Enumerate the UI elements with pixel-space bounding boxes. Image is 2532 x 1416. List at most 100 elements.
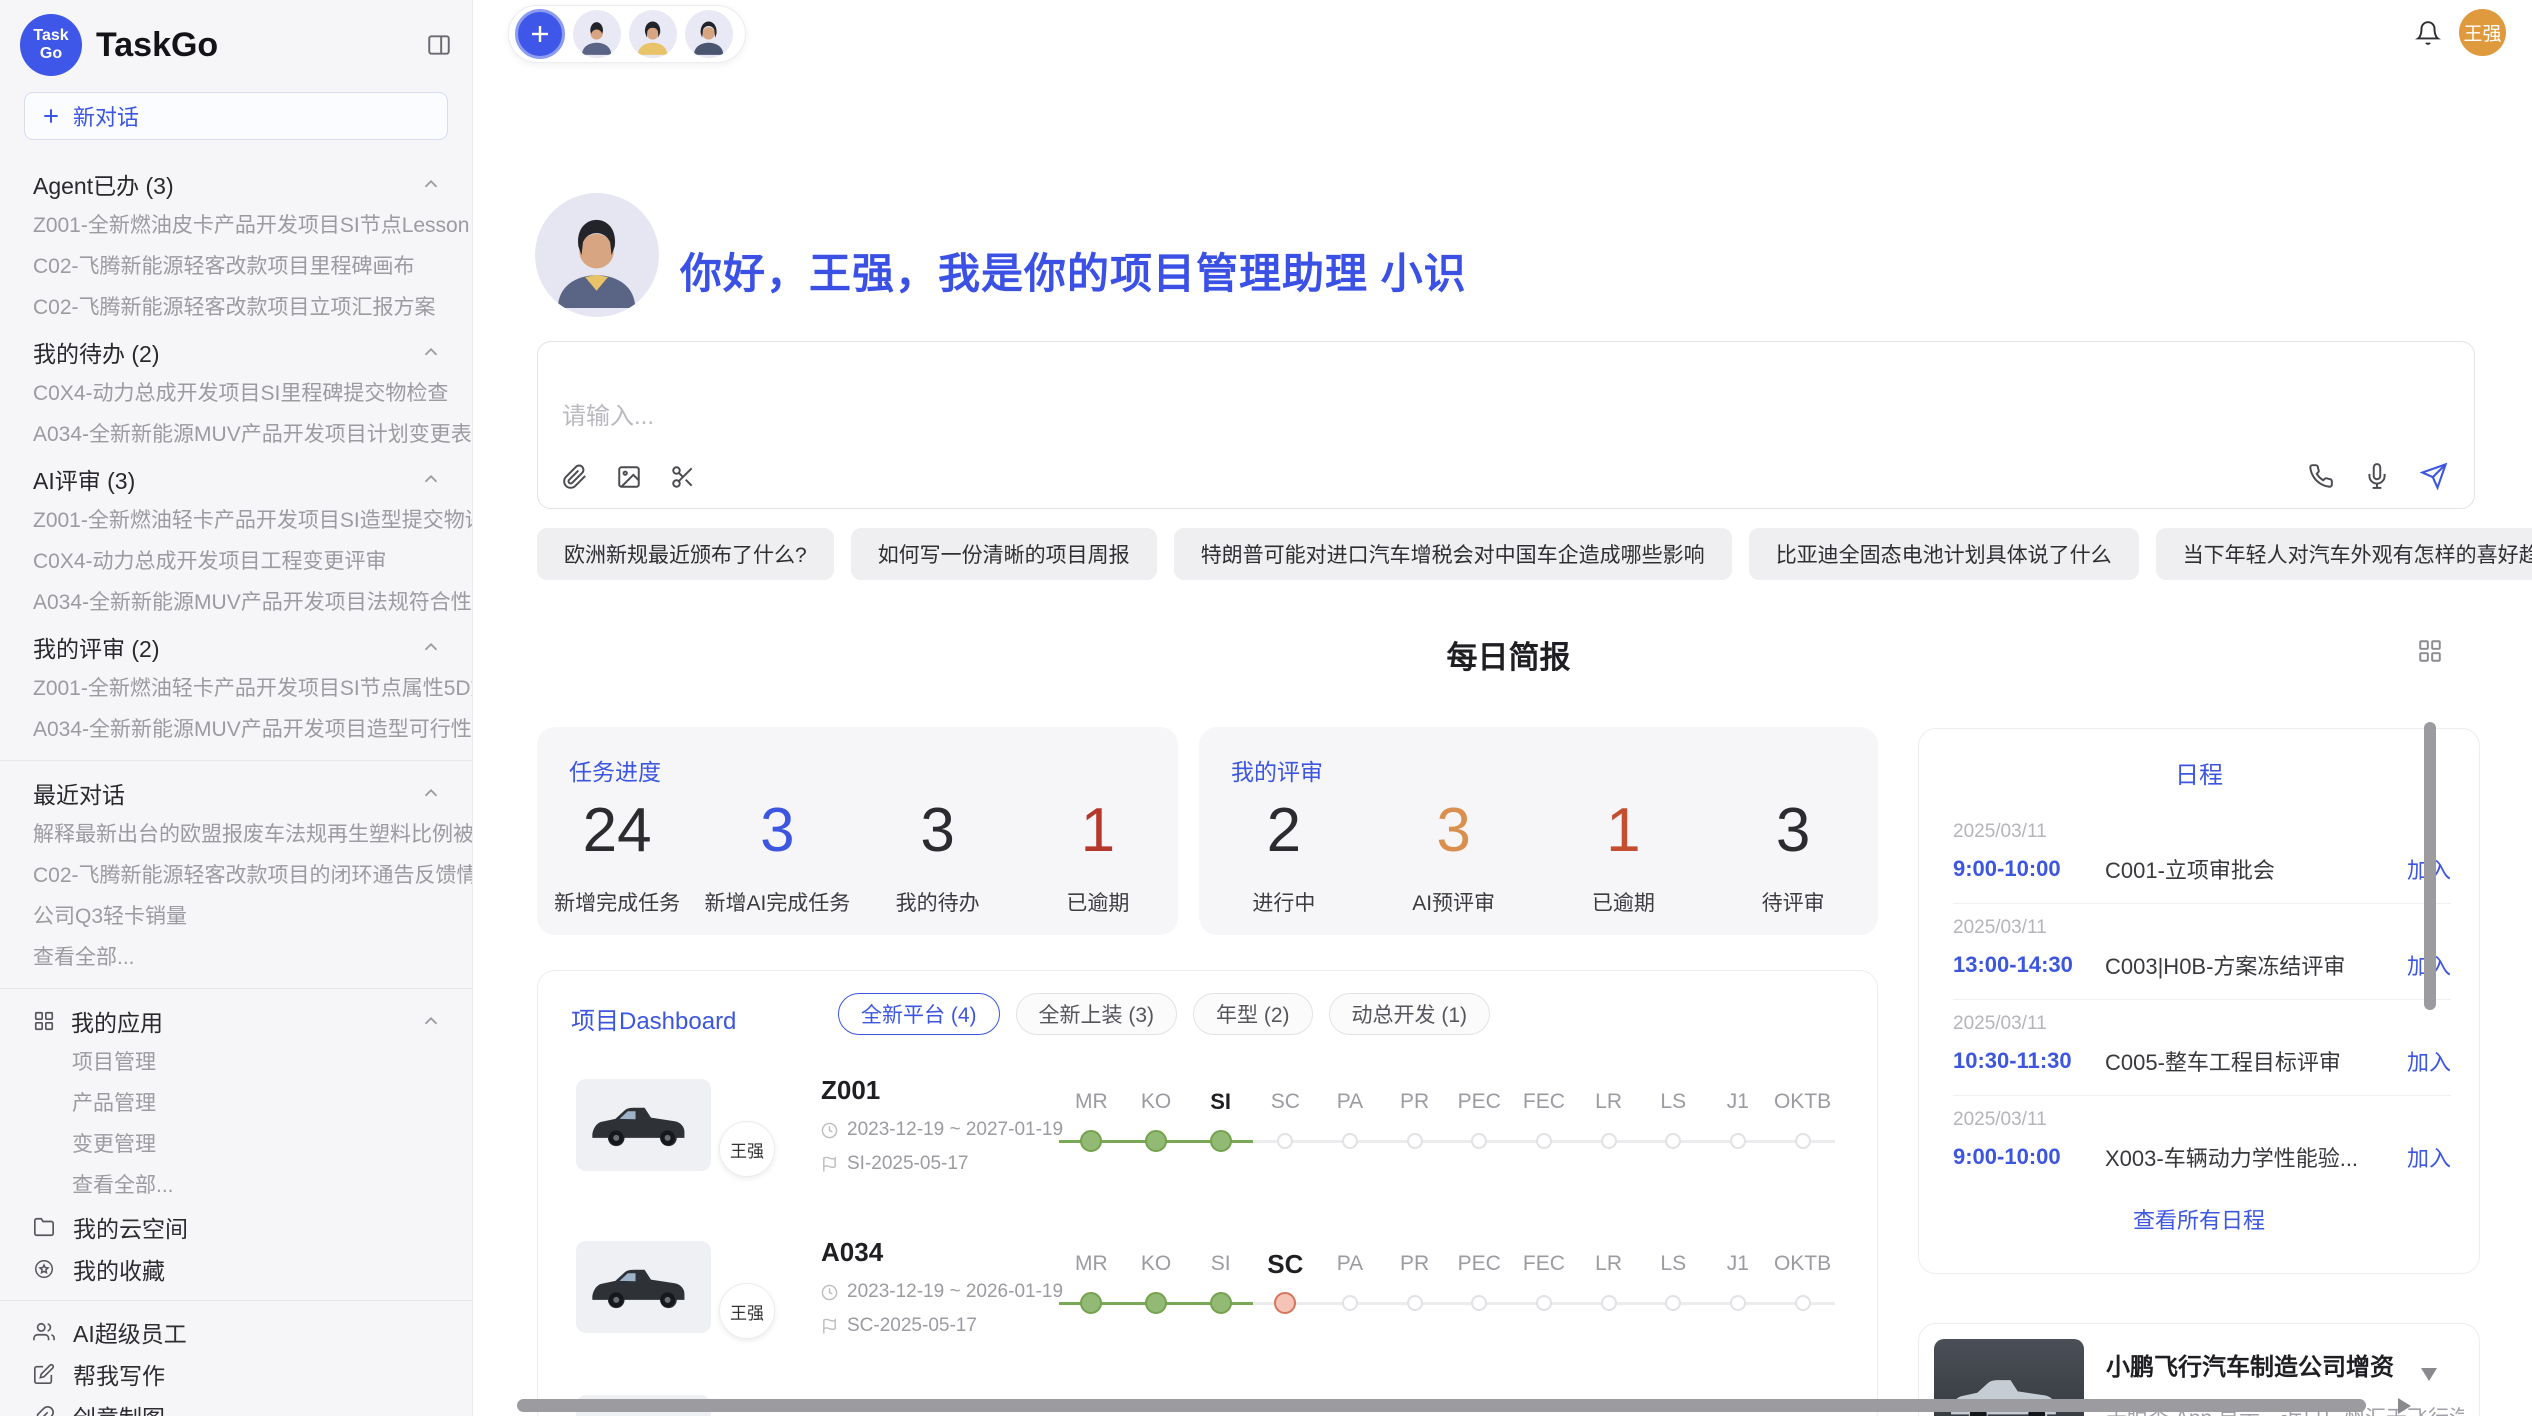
sidebar-item-cloud-space[interactable]: 我的云空间 <box>0 1206 472 1248</box>
conversation-item[interactable]: 解释最新出台的欧盟报废车法规再生塑料比例被调至15%... <box>0 814 472 855</box>
view-all-apps-link[interactable]: 查看全部... <box>0 1165 472 1206</box>
milestone-label: SC <box>1253 1087 1318 1117</box>
section-header-ai-review[interactable]: AI评审 (3) <box>0 457 472 500</box>
milestone-label: PR <box>1382 1249 1447 1279</box>
join-link[interactable]: 加入 <box>2407 1141 2451 1173</box>
milestone-si: SI <box>1188 1249 1253 1329</box>
milestone-label: LR <box>1576 1249 1641 1279</box>
divider <box>0 988 472 989</box>
milestone-dot <box>1407 1133 1423 1149</box>
milestone-label: SI <box>1188 1249 1253 1279</box>
section-header-recent-chats[interactable]: 最近对话 <box>0 771 472 814</box>
milestone-sc: SC <box>1253 1087 1318 1167</box>
conversation-item[interactable]: A034-全新新能源MUV产品开发项目计划变更表编写 <box>0 414 472 455</box>
conversation-item[interactable]: C02-飞腾新能源轻客改款项目的闭环通告反馈情况 <box>0 855 472 896</box>
project-row[interactable]: 王强 A034 2023-12-19 ~ 2026-01-19 SC-2025-… <box>538 1237 1877 1393</box>
milestone-pec: PEC <box>1447 1249 1512 1329</box>
avatar[interactable] <box>685 10 733 58</box>
avatar[interactable] <box>573 10 621 58</box>
new-chat-button[interactable]: 新对话 <box>24 92 448 140</box>
schedule-time: 13:00-14:30 <box>1953 952 2105 978</box>
schedule-item: 2025/03/11 9:00-10:00 C001-立项审批会 加入 <box>1953 808 2451 904</box>
suggestion-chip[interactable]: 特朗普可能对进口汽车增税会对中国车企造成哪些影响 <box>1174 528 1732 580</box>
milestone-dot <box>1080 1292 1102 1314</box>
milestone-label: FEC <box>1512 1087 1577 1117</box>
schedule-item: 2025/03/11 10:30-11:30 C005-整车工程目标评审 加入 <box>1953 1000 2451 1096</box>
join-link[interactable]: 加入 <box>2407 1045 2451 1077</box>
conversation-item[interactable]: A034-全新新能源MUV产品开发项目造型可行性评审 <box>0 709 472 750</box>
sidebar-item-product-mgmt[interactable]: 产品管理 <box>0 1083 472 1124</box>
section-header-my-apps[interactable]: 我的应用 <box>0 999 472 1042</box>
milestone-label: KO <box>1124 1249 1189 1279</box>
project-flag-milestone: SI-2025-05-17 <box>821 1153 968 1175</box>
milestone-pr: PR <box>1382 1087 1447 1167</box>
user-avatar[interactable]: 王强 <box>2459 9 2506 56</box>
conversation-item[interactable]: 公司Q3轻卡销量 <box>0 896 472 937</box>
avatar[interactable] <box>629 10 677 58</box>
image-icon[interactable] <box>616 464 642 490</box>
milestone-dot <box>1407 1295 1423 1311</box>
milestone-ls: LS <box>1641 1249 1706 1329</box>
suggestion-chip[interactable]: 欧洲新规最近颁布了什么? <box>537 528 834 580</box>
scroll-down-arrow-icon[interactable] <box>2421 1368 2437 1381</box>
schedule-title: 日程 <box>1919 755 2479 790</box>
sidebar-item-creative-drawing[interactable]: 创意制图 <box>0 1395 472 1416</box>
project-row[interactable]: 王强 Z001 2023-12-19 ~ 2027-01-19 SI-2025-… <box>538 1075 1877 1231</box>
conversation-item[interactable]: C02-飞腾新能源轻客改款项目里程碑画布 <box>0 246 472 287</box>
chevron-up-icon <box>420 1010 442 1032</box>
notifications-bell-icon[interactable] <box>2415 20 2441 46</box>
task-progress-card: 任务进度 24新增完成任务 3新增AI完成任务 3我的待办 1已逾期 <box>537 727 1178 935</box>
news-title: 小鹏飞行汽车制造公司增资 <box>2106 1347 2464 1382</box>
vertical-scrollbar[interactable] <box>2424 722 2436 1010</box>
schedule-time: 9:00-10:00 <box>1953 1144 2105 1170</box>
tab-powertrain[interactable]: 动总开发 (1) <box>1329 993 1491 1035</box>
conversation-item[interactable]: Z001-全新燃油皮卡产品开发项目SI节点Lesson Learn报告 <box>0 205 472 246</box>
phone-call-icon[interactable] <box>2308 463 2334 489</box>
scissors-icon[interactable] <box>670 464 696 490</box>
milestone-dot <box>1665 1295 1681 1311</box>
sidebar-item-project-mgmt[interactable]: 项目管理 <box>0 1042 472 1083</box>
chat-input[interactable] <box>560 394 2160 454</box>
layout-grid-icon[interactable] <box>2417 638 2443 664</box>
suggestion-chip[interactable]: 当下年轻人对汽车外观有怎样的喜好趋势 <box>2156 528 2532 580</box>
scroll-right-arrow-icon[interactable] <box>2398 1398 2411 1414</box>
tab-new-platform[interactable]: 全新平台 (4) <box>838 993 1000 1035</box>
attachment-icon[interactable] <box>562 464 588 490</box>
view-all-schedule-link[interactable]: 查看所有日程 <box>1919 1203 2479 1235</box>
milestone-ko: KO <box>1124 1249 1189 1329</box>
collapse-sidebar-icon[interactable] <box>426 32 452 58</box>
send-icon[interactable] <box>2420 462 2448 490</box>
greeting-text: 你好，王强，我是你的项目管理助理 小识 <box>680 240 1467 301</box>
sidebar-item-help-me-write[interactable]: 帮我写作 <box>0 1353 472 1395</box>
suggestion-chip[interactable]: 比亚迪全固态电池计划具体说了什么 <box>1749 528 2139 580</box>
milestone-label: LR <box>1576 1087 1641 1117</box>
milestone-label: LS <box>1641 1249 1706 1279</box>
conversation-item[interactable]: C0X4-动力总成开发项目工程变更评审 <box>0 541 472 582</box>
tab-year-model[interactable]: 年型 (2) <box>1193 993 1313 1035</box>
tab-new-body[interactable]: 全新上装 (3) <box>1016 993 1178 1035</box>
sidebar-item-ai-super-staff[interactable]: AI超级员工 <box>0 1311 472 1353</box>
conversation-item[interactable]: Z001-全新燃油轻卡产品开发项目SI造型提交物评审 <box>0 500 472 541</box>
microphone-icon[interactable] <box>2364 463 2390 489</box>
daily-briefing-title: 每日简报 <box>537 632 2480 677</box>
sidebar-item-change-mgmt[interactable]: 变更管理 <box>0 1124 472 1165</box>
suggestion-chip[interactable]: 如何写一份清晰的项目周报 <box>851 528 1157 580</box>
conversation-item[interactable]: C02-飞腾新能源轻客改款项目立项汇报方案 <box>0 287 472 328</box>
add-session-button[interactable] <box>515 9 565 59</box>
card-title: 我的评审 <box>1231 753 1323 787</box>
schedule-event-title: C001-立项审批会 <box>2105 853 2397 885</box>
view-all-chats-link[interactable]: 查看全部... <box>0 937 472 978</box>
section-header-my-review[interactable]: 我的评审 (2) <box>0 625 472 668</box>
suggestion-chips: 欧洲新规最近颁布了什么? 如何写一份清晰的项目周报 特朗普可能对进口汽车增税会对… <box>537 528 2532 580</box>
section-header-my-todo[interactable]: 我的待办 (2) <box>0 330 472 373</box>
conversation-item[interactable]: Z001-全新燃油轻卡产品开发项目SI节点属性5D文件评审 <box>0 668 472 709</box>
project-image <box>576 1241 711 1333</box>
milestone-fec: FEC <box>1512 1087 1577 1167</box>
section-header-agent-done[interactable]: Agent已办 (3) <box>0 162 472 205</box>
chevron-up-icon <box>420 636 442 658</box>
conversation-item[interactable]: A034-全新新能源MUV产品开发项目法规符合性评审 <box>0 582 472 623</box>
horizontal-scrollbar[interactable] <box>517 1399 2366 1412</box>
conversation-item[interactable]: C0X4-动力总成开发项目SI里程碑提交物检查 <box>0 373 472 414</box>
milestone-lr: LR <box>1576 1087 1641 1167</box>
sidebar-item-favorites[interactable]: 我的收藏 <box>0 1248 472 1290</box>
